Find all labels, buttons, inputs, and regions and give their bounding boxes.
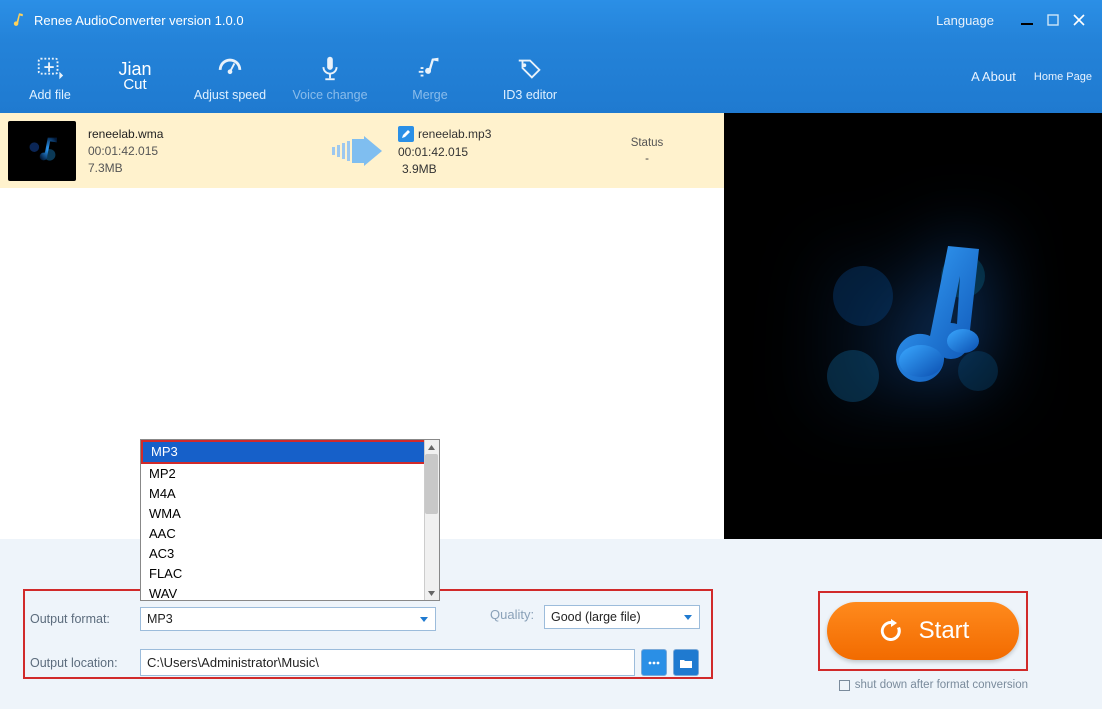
format-option-mp2[interactable]: MP2 [141,464,439,484]
start-button-highlight: Start [818,591,1028,671]
start-button[interactable]: Start [827,602,1019,660]
quality-value: Good (large file) [551,610,641,624]
merge-icon [415,51,445,85]
quality-label: Quality: [490,607,534,622]
arrow-icon [318,136,398,166]
titlebar: Renee AudioConverter version 1.0.0 Langu… [0,0,1102,40]
dst-filename: reneelab.mp3 [418,127,491,141]
dst-size: 3.9MB [398,162,578,176]
src-filename: reneelab.wma [88,127,318,141]
shutdown-checkbox-row[interactable]: shut down after format conversion [839,679,1028,691]
maximize-button[interactable] [1040,7,1066,33]
more-options-button[interactable] [641,649,667,676]
shutdown-label: shut down after format conversion [855,679,1028,691]
format-option-wma[interactable]: WMA [141,504,439,524]
status-value: - [645,153,649,165]
tag-icon [515,51,545,85]
id3-editor-button[interactable]: ID3 editor [480,42,580,112]
cut-button[interactable]: Jian Cut [90,42,180,112]
mic-icon [315,51,345,85]
file-row[interactable]: reneelab.wma 00:01:42.015 7.3MB reneelab… [0,113,724,188]
output-location-input[interactable] [140,649,635,676]
voice-change-label: Voice change [292,88,367,102]
cut-label-bottom: Cut [123,76,146,93]
home-page-link[interactable]: Home Page [1034,71,1092,83]
start-label: Start [919,617,970,645]
format-option-aac[interactable]: AAC [141,524,439,544]
minimize-button[interactable] [1014,7,1040,33]
main-toolbar: Add file Jian Cut Adjust speed Voice cha… [0,40,1102,113]
format-option-flac[interactable]: FLAC [141,564,439,584]
output-location-label: Output location: [30,656,140,670]
refresh-icon [877,617,905,645]
add-file-icon [35,51,65,85]
bottom-panel: MP3 MP2 M4A WMA AAC AC3 FLAC WAV Output … [0,539,1102,709]
dropdown-scrollbar[interactable] [424,440,439,600]
src-size: 7.3MB [88,161,318,175]
status-header: Status [631,137,664,149]
shutdown-checkbox[interactable] [839,680,850,691]
format-dropdown[interactable]: MP3 MP2 M4A WMA AAC AC3 FLAC WAV [140,439,440,601]
voice-change-button[interactable]: Voice change [280,42,380,112]
output-format-select[interactable]: MP3 [140,607,436,631]
add-file-button[interactable]: Add file [10,42,90,112]
chevron-down-icon [417,612,431,629]
scroll-down-icon[interactable] [424,586,439,600]
scroll-thumb[interactable] [425,454,438,514]
window-title: Renee AudioConverter version 1.0.0 [34,13,244,28]
output-format-label: Output format: [30,612,140,626]
id3-editor-label: ID3 editor [503,88,557,102]
close-button[interactable] [1066,7,1092,33]
output-format-value: MP3 [147,612,173,626]
adjust-speed-label: Adjust speed [194,88,266,102]
file-thumbnail [8,121,76,181]
merge-button[interactable]: Merge [380,42,480,112]
format-option-mp3[interactable]: MP3 [143,442,437,462]
language-link[interactable]: Language [936,13,994,28]
format-option-wav[interactable]: WAV [141,584,439,600]
src-duration: 00:01:42.015 [88,144,318,158]
chevron-down-icon [681,610,695,627]
quality-select[interactable]: Good (large file) [544,605,700,629]
scroll-up-icon[interactable] [424,440,439,454]
preview-panel [724,113,1102,539]
format-option-m4a[interactable]: M4A [141,484,439,504]
edit-icon [398,126,414,142]
app-icon [10,11,28,29]
merge-label: Merge [412,88,447,102]
format-option-ac3[interactable]: AC3 [141,544,439,564]
add-file-label: Add file [29,88,71,102]
adjust-speed-button[interactable]: Adjust speed [180,42,280,112]
open-folder-button[interactable] [673,649,699,676]
dst-duration: 00:01:42.015 [398,145,578,159]
gauge-icon [215,51,245,85]
about-link[interactable]: A About [971,69,1016,84]
music-note-icon [793,206,1033,446]
